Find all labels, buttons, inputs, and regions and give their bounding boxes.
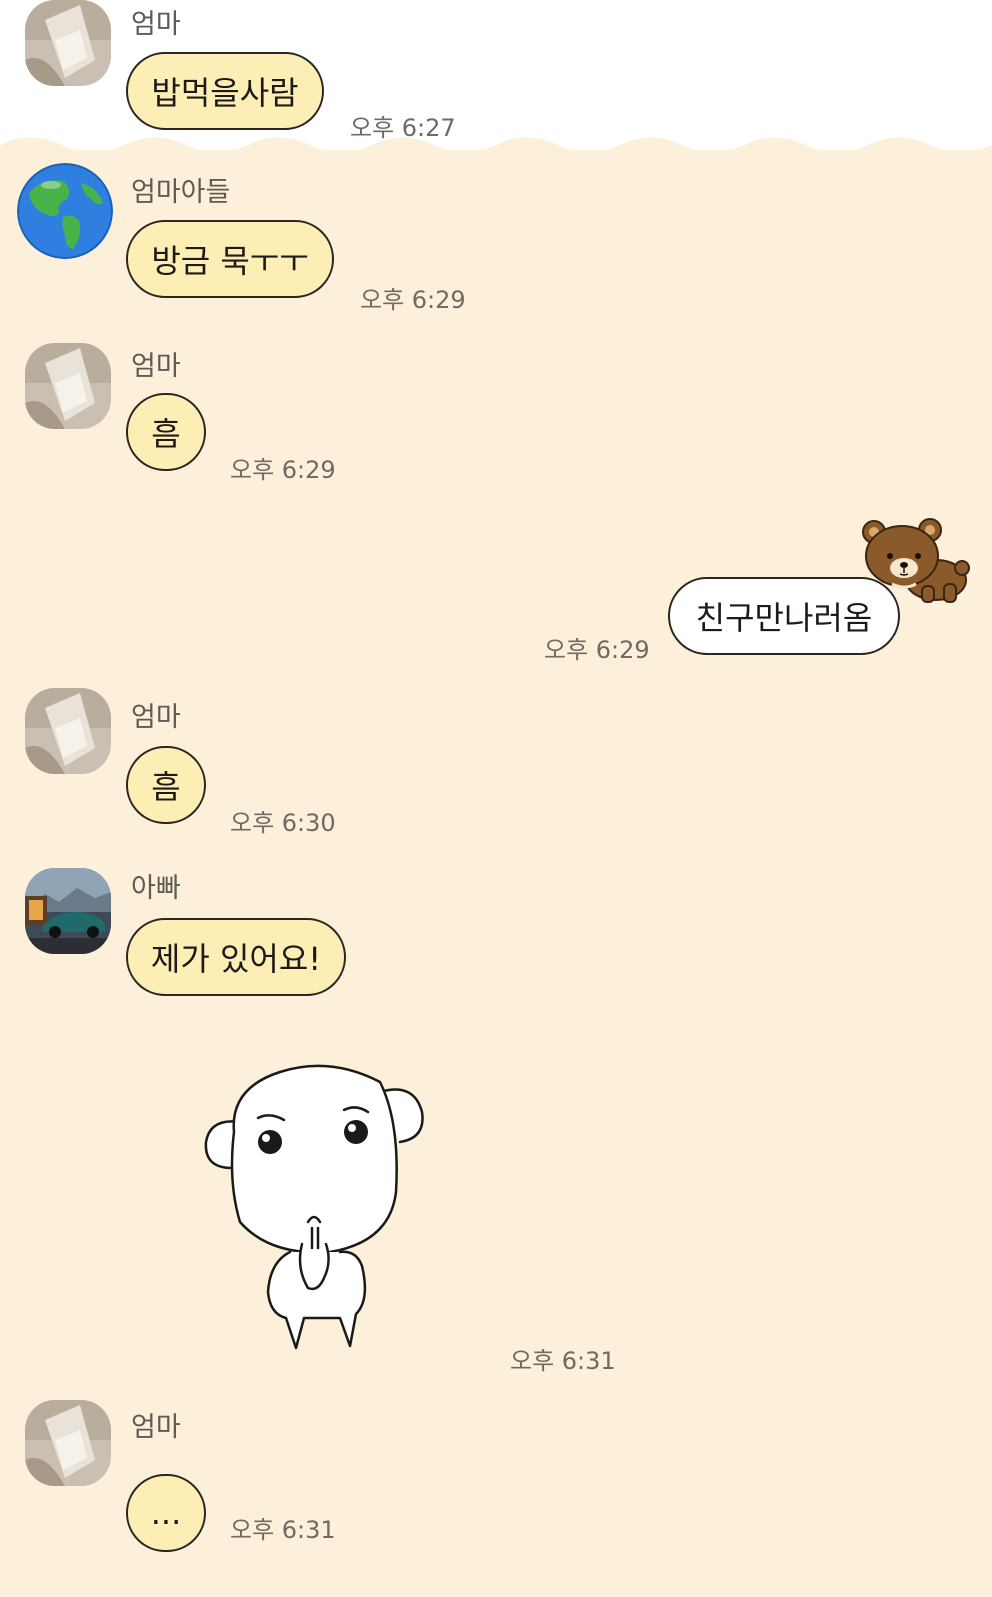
praying-dog-sticker[interactable] — [200, 1052, 430, 1352]
message-timestamp: 오후 6:31 — [230, 1516, 336, 1544]
message-bubble[interactable]: ... — [126, 1474, 206, 1552]
message-bubble[interactable]: 흠 — [126, 746, 206, 824]
message-timestamp: 오후 6:27 — [350, 114, 456, 142]
car-photo-avatar[interactable] — [25, 868, 111, 954]
sender-name: 엄마아들 — [131, 177, 231, 208]
sender-name: 엄마 — [131, 1412, 181, 1443]
message-timestamp: 오후 6:30 — [230, 809, 336, 837]
sender-name: 엄마 — [131, 702, 181, 733]
mom-avatar[interactable] — [25, 688, 111, 774]
sender-name: 아빠 — [131, 873, 181, 904]
message-timestamp: 오후 6:29 — [360, 286, 466, 314]
message-timestamp: 오후 6:31 — [510, 1347, 616, 1375]
message-bubble[interactable]: 흠 — [126, 393, 206, 471]
message-timestamp: 오후 6:29 — [230, 456, 336, 484]
mom-avatar[interactable] — [25, 343, 111, 429]
message-bubble[interactable]: 제가 있어요! — [126, 918, 346, 996]
message-bubble[interactable]: 방금 묵ㅜㅜ — [126, 220, 334, 298]
sender-name: 엄마 — [131, 9, 181, 40]
message-bubble[interactable]: 밥먹을사람 — [126, 52, 324, 130]
bear-sticker-icon — [860, 518, 972, 604]
mom-avatar[interactable] — [25, 0, 111, 86]
mom-avatar[interactable] — [25, 1400, 111, 1486]
message-timestamp: 오후 6:29 — [544, 636, 650, 664]
earth-globe-avatar[interactable] — [17, 163, 113, 259]
sender-name: 엄마 — [131, 351, 181, 382]
wave-divider — [0, 137, 992, 160]
